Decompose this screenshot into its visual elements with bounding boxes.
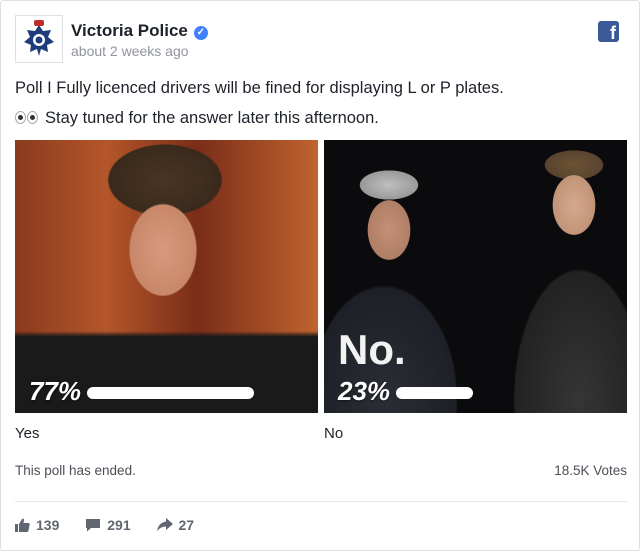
facebook-icon: f [598,21,619,42]
vote-count[interactable]: 18.5K Votes [554,463,627,478]
share-icon [156,518,173,532]
comment-count: 291 [107,517,131,533]
option-yes-label[interactable]: Yes [15,425,39,442]
post-text-line1: Poll I Fully licenced drivers will be fi… [15,79,504,97]
option-no-bar [396,387,473,399]
poll-status: This poll has ended. [15,463,136,478]
page-name-text[interactable]: Victoria Police [71,21,188,40]
comment-button[interactable]: 291 [85,517,131,533]
action-bar: 139 291 27 [15,517,216,535]
option-yes-percent: 77% [29,376,82,406]
poll-post-card: Victoria Police ✓ about 2 weeks ago f Pol… [0,0,640,551]
police-badge-icon [24,20,54,56]
poll-option-no[interactable]: No. 23% [324,140,627,413]
like-count: 139 [36,517,60,533]
option-no-image-caption: No. [338,326,406,373]
like-icon [15,518,30,532]
option-no-percent: 23% [338,376,391,406]
verified-icon: ✓ [193,26,208,40]
comment-icon [86,519,101,532]
option-yes-image [15,140,318,413]
like-button[interactable]: 139 [15,517,59,533]
page-name[interactable]: Victoria Police ✓ [71,21,208,41]
post-text-line2: Stay tuned for the answer later this aft… [15,109,379,128]
post-text-line2-text: Stay tuned for the answer later this aft… [45,109,379,127]
eyes-emoji-icon [15,111,39,126]
share-button[interactable]: 27 [156,517,195,533]
divider [15,501,627,502]
post-timestamp[interactable]: about 2 weeks ago [71,43,189,59]
option-no-label[interactable]: No [324,425,343,442]
share-count: 27 [178,517,195,533]
option-yes-bar [87,387,254,399]
avatar[interactable] [15,15,63,63]
poll-option-yes[interactable]: 77% [15,140,318,413]
post-header: Victoria Police ✓ about 2 weeks ago f [15,15,625,65]
